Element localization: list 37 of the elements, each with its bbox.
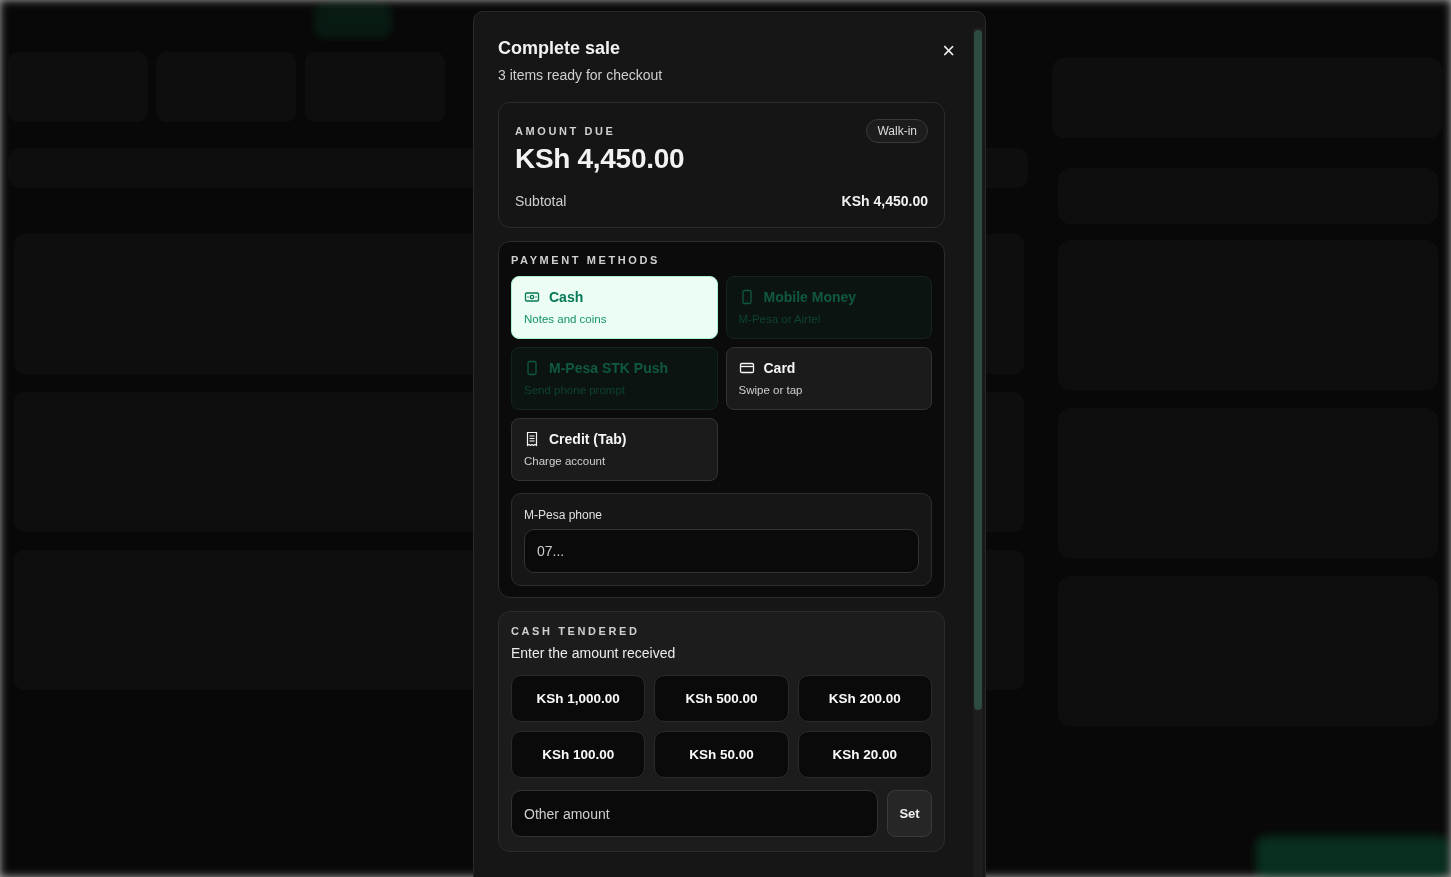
close-button[interactable]: × <box>938 38 959 64</box>
payment-method-option[interactable]: Credit (Tab) Charge account <box>511 418 718 481</box>
method-name: Card <box>763 360 796 376</box>
phone-label: M-Pesa phone <box>524 508 604 522</box>
method-name: Mobile Money <box>763 289 857 305</box>
dialog-subtitle: 3 items ready for checkout <box>498 67 663 83</box>
quick-amount-button[interactable]: KSh 20.00 <box>797 731 932 778</box>
customer-badge: Walk-in <box>866 119 928 143</box>
subtotal-label: Subtotal <box>515 193 567 209</box>
dialog-title: Complete sale <box>498 38 622 59</box>
phone-input-field[interactable]: 07... <box>524 529 919 573</box>
cash-tendered-heading: CASH TENDERED <box>511 625 641 637</box>
subtotal-value: KSh 4,450.00 <box>841 193 928 209</box>
banknote-icon <box>524 289 540 305</box>
method-name: Cash <box>549 289 584 305</box>
credit-card-icon <box>738 360 755 376</box>
method-description: Notes and coins <box>524 313 607 325</box>
method-name: Credit (Tab) <box>549 431 627 447</box>
quick-amount-button[interactable]: KSh 1,000.00 <box>511 675 646 722</box>
method-name: M-Pesa STK Push <box>549 360 669 376</box>
payment-method-option[interactable]: Card Swipe or tap <box>725 347 932 410</box>
amount-due-total: KSh 4,450.00 <box>515 143 686 175</box>
scrollbar-thumb[interactable] <box>974 30 982 710</box>
payment-methods-heading: PAYMENT METHODS <box>511 254 661 266</box>
other-amount-field[interactable]: Other amount <box>511 790 878 837</box>
quick-amount-button[interactable]: KSh 200.00 <box>797 675 932 722</box>
method-description: Charge account <box>524 455 606 467</box>
payment-method-option[interactable]: Cash Notes and coins <box>511 276 718 339</box>
amount-due-label: AMOUNT DUE <box>515 125 616 137</box>
quick-amount-button[interactable]: KSh 50.00 <box>654 731 789 778</box>
quick-amount-button[interactable]: KSh 500.00 <box>654 675 789 722</box>
receipt-icon <box>524 431 540 447</box>
method-description: Swipe or tap <box>738 384 803 396</box>
quick-amount-button[interactable]: KSh 100.00 <box>511 731 646 778</box>
phone-icon <box>524 360 540 376</box>
cash-prompt: Enter the amount received <box>511 645 677 661</box>
set-button[interactable]: Set <box>887 790 932 837</box>
